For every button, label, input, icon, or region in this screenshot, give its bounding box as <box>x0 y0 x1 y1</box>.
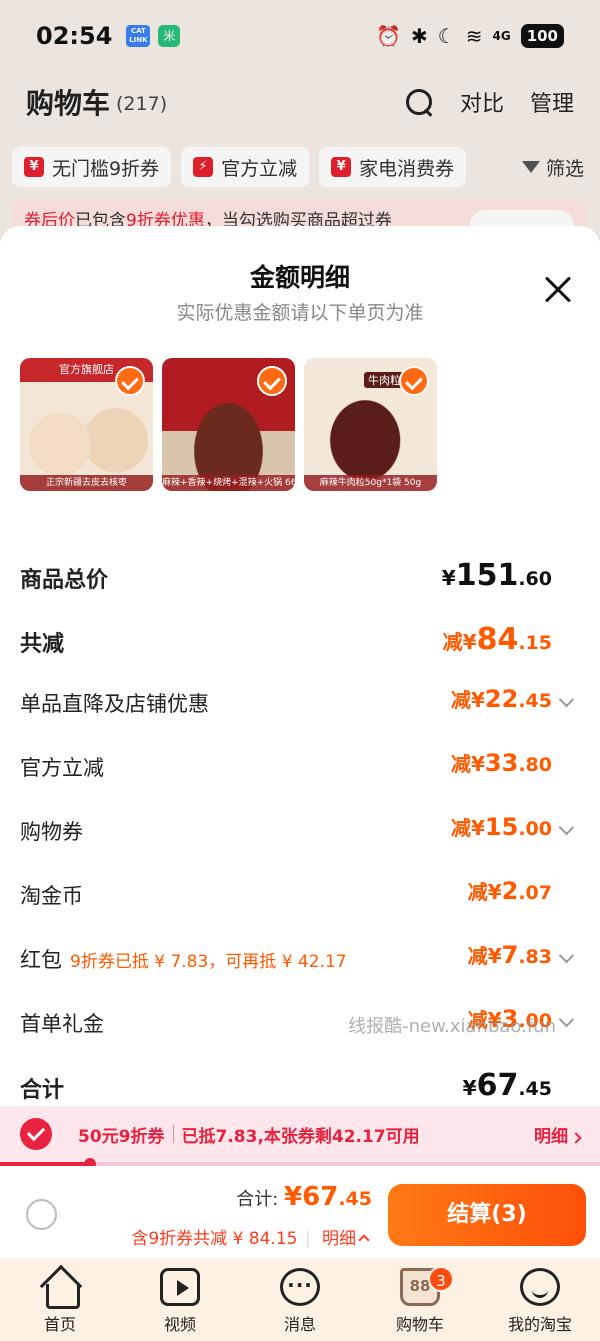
cart-page-background: 02:54 CAT LINK 米 ⏰ ✱ ☾ ≋ 4G 100 购物车 (217… <box>0 0 600 240</box>
tab-messages[interactable]: 消息 <box>240 1258 360 1341</box>
coupon-bar[interactable]: 50元9折券 已抵7.83,本张券剩42.17可用 明细 <box>0 1106 600 1162</box>
total-line: 合计: ¥67.45 <box>236 1182 372 1212</box>
coupon-name: 50元9折券 <box>78 1126 165 1147</box>
sheet-title: 金额明细 <box>249 263 350 292</box>
row-sub-note: 9折券已抵 ¥ 7.83，可再抵 ¥ 42.17 <box>70 952 347 972</box>
row-label: 购物券 <box>20 820 83 844</box>
row-grand-total: 合计 ¥67.45 <box>0 1068 600 1108</box>
select-all-checkbox[interactable] <box>26 1199 57 1230</box>
home-icon <box>40 1268 80 1309</box>
thumb-caption: 麻辣牛肉粒50g*1袋 50g <box>304 475 437 491</box>
bottom-tab-bar: 首页 视频 消息 88 3 购物车 我的淘宝 <box>0 1258 600 1341</box>
saving-text: 含9折券共减 ¥ 84.15 <box>131 1229 298 1249</box>
row-label: 首单礼金 <box>20 1012 104 1036</box>
row-label: 红包 9折券已抵 ¥ 7.83，可再抵 ¥ 42.17 <box>20 948 347 972</box>
smile-icon <box>520 1268 560 1306</box>
row-value: 减¥84.15 <box>442 622 552 657</box>
saving-detail-link[interactable]: 明细 <box>322 1229 356 1249</box>
row-value: 减¥15.00 <box>451 813 552 841</box>
thumb-caption: 正宗新疆去皮去核枣 <box>20 475 153 491</box>
row-label: 官方立减 <box>20 756 104 780</box>
checkout-button[interactable]: 结算(3) <box>388 1184 586 1246</box>
checkmark-icon <box>399 366 429 396</box>
row-shopping-coupon[interactable]: 购物券 减¥15.00 <box>0 812 600 852</box>
row-value: ¥151.60 <box>441 558 552 593</box>
thumb-caption: 麻辣+香辣+烧烤+混辣+火锅 668g <box>162 475 295 491</box>
chevron-up-icon <box>358 1234 370 1246</box>
tab-video[interactable]: 视频 <box>120 1258 240 1341</box>
tab-my-taobao[interactable]: 我的淘宝 <box>480 1258 600 1341</box>
row-store-discount[interactable]: 单品直降及店铺优惠 减¥22.45 <box>0 684 600 724</box>
checkmark-icon <box>115 366 145 396</box>
message-icon <box>280 1268 320 1306</box>
sheet-subtitle: 实际优惠金额请以下单页为准 <box>176 302 424 324</box>
checkmark-icon <box>257 366 287 396</box>
tab-label: 消息 <box>283 1315 316 1334</box>
row-label: 单品直降及店铺优惠 <box>20 692 209 716</box>
row-total-discount: 共减 减¥84.15 <box>0 622 600 662</box>
row-value: 减¥7.83 <box>467 941 552 969</box>
row-value: 减¥2.07 <box>467 877 552 905</box>
cart-count-badge: 3 <box>428 1266 454 1292</box>
divider <box>172 1125 174 1143</box>
tab-cart[interactable]: 88 3 购物车 <box>360 1258 480 1341</box>
watermark: 线报酷-new.xianbao.fun <box>348 1016 556 1037</box>
row-taojinbi: 淘金币 减¥2.07 <box>0 876 600 916</box>
coupon-info: 已抵7.83,本张券剩42.17可用 <box>181 1126 420 1147</box>
row-label: 合计 <box>20 1078 65 1103</box>
row-subtotal: 商品总价 ¥151.60 <box>0 558 600 598</box>
chevron-down-icon <box>558 947 575 964</box>
product-thumb-beef-strips[interactable]: 麻辣+香辣+烧烤+混辣+火锅 668g <box>162 358 295 491</box>
chevron-down-icon <box>558 1011 575 1028</box>
saving-line[interactable]: 含9折券共减 ¥ 84.15 | 明细 <box>131 1224 370 1249</box>
product-thumbnails: 官方旗舰店 正宗新疆去皮去核枣 麻辣+香辣+烧烤+混辣+火锅 668g 牛肉粒 … <box>20 358 437 491</box>
row-official-discount: 官方立减 减¥33.80 <box>0 748 600 788</box>
row-red-packet[interactable]: 红包 9折券已抵 ¥ 7.83，可再抵 ¥ 42.17 减¥7.83 <box>0 940 600 980</box>
row-label: 商品总价 <box>20 568 109 593</box>
product-thumb-red-dates[interactable]: 官方旗舰店 正宗新疆去皮去核枣 <box>20 358 153 491</box>
dim-overlay[interactable] <box>0 0 600 240</box>
row-label: 共减 <box>20 632 65 657</box>
chevron-down-icon <box>558 819 575 836</box>
tab-label: 视频 <box>163 1315 196 1334</box>
tab-label: 首页 <box>43 1315 76 1334</box>
tab-label: 购物车 <box>395 1315 444 1334</box>
video-icon <box>160 1268 200 1306</box>
coupon-detail-link[interactable]: 明细 <box>534 1122 582 1147</box>
total-value: ¥67.45 <box>284 1182 372 1212</box>
close-icon[interactable] <box>544 276 572 304</box>
tab-home[interactable]: 首页 <box>0 1258 120 1341</box>
row-value: 减¥33.80 <box>451 749 552 777</box>
checkout-bar: 合计: ¥67.45 含9折券共减 ¥ 84.15 | 明细 结算(3) <box>0 1166 600 1258</box>
chevron-right-icon <box>570 1131 582 1144</box>
chevron-down-icon <box>558 691 575 708</box>
product-thumb-beef-cubes[interactable]: 牛肉粒 麻辣牛肉粒50g*1袋 50g <box>304 358 437 491</box>
row-label: 淘金币 <box>20 884 83 908</box>
row-value: 减¥22.45 <box>451 685 552 713</box>
total-label: 合计: <box>236 1189 279 1210</box>
checkmark-icon[interactable] <box>20 1118 52 1150</box>
row-value: ¥67.45 <box>462 1068 552 1103</box>
tab-label: 我的淘宝 <box>507 1315 572 1334</box>
